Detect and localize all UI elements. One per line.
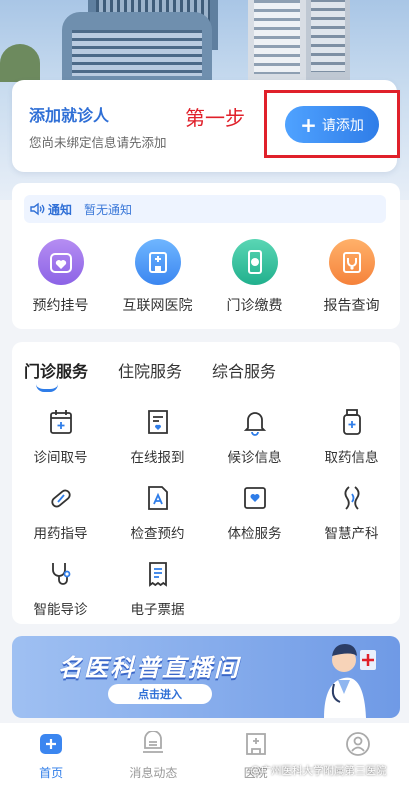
banner-title: 名医科普直播间 (58, 654, 240, 682)
tabbar-label: 消息动态 (129, 766, 178, 780)
service-item-label: 候诊信息 (227, 450, 282, 466)
receipt-icon (148, 562, 167, 587)
service-item[interactable]: 检查预约 (109, 484, 206, 542)
home-icon (40, 734, 63, 754)
service-item[interactable]: 候诊信息 (206, 408, 303, 466)
tab-inpatient[interactable]: 住院服务 (118, 358, 182, 382)
speaker-icon (30, 202, 45, 216)
service-item[interactable]: 智慧产科 (303, 484, 400, 542)
service-item[interactable]: 智能导诊 (12, 560, 109, 618)
quick-item-label: 门诊缴费 (226, 298, 283, 314)
doctor-illustration (324, 644, 376, 718)
payment-phone-icon (231, 239, 278, 285)
calendar-plus-icon (49, 410, 72, 434)
service-item[interactable]: 电子票据 (109, 560, 206, 618)
quick-items: 预约挂号 互联网医院 门诊缴费 报告查询 (12, 239, 400, 315)
medicine-bottle-icon (342, 409, 361, 435)
service-item[interactable]: 诊间取号 (12, 408, 109, 466)
quick-item-label: 互联网医院 (122, 298, 193, 314)
exam-document-icon (147, 486, 168, 510)
tabbar-label: 首页 (39, 766, 64, 780)
service-item-label: 智能导诊 (33, 602, 88, 618)
quick-item-report[interactable]: 报告查询 (307, 239, 397, 315)
plus-icon: + (300, 112, 317, 137)
services-card: 门诊服务 住院服务 综合服务 诊间取号 在线报到 候诊信息 取药信息 用药指导 … (12, 342, 400, 624)
notice-text: 暂无通知 (84, 202, 133, 217)
service-tabs: 门诊服务 住院服务 综合服务 (24, 358, 276, 382)
service-item[interactable]: 在线报到 (109, 408, 206, 466)
check-in-document-icon (147, 410, 168, 434)
quick-item-label: 预约挂号 (32, 298, 89, 314)
tab-outpatient[interactable]: 门诊服务 (24, 358, 88, 382)
quick-access-card: 通知 暂无通知 预约挂号 互联网医院 门诊缴费 报告查询 (12, 183, 400, 329)
service-item-label: 在线报到 (130, 450, 185, 466)
add-patient-button[interactable]: + 请添加 (285, 106, 379, 143)
active-tab-indicator (36, 384, 58, 392)
watermark: @广州医科大学附属第三医院 (250, 765, 387, 777)
service-item-label: 智慧产科 (324, 526, 379, 542)
notice-tag: 通知 (30, 201, 72, 218)
step-annotation: 第一步 (185, 106, 245, 130)
patient-card: 添加就诊人 您尚未绑定信息请先添加 第一步 + 请添加 (12, 80, 400, 172)
quick-item-appointment[interactable]: 预约挂号 (16, 239, 106, 315)
add-patient-label: 请添加 (321, 117, 364, 134)
service-item-label: 检查预约 (130, 526, 185, 542)
patient-card-title: 添加就诊人 (29, 106, 110, 125)
quick-item-label: 报告查询 (323, 298, 380, 314)
notice-tag-label: 通知 (48, 202, 73, 217)
heart-calendar-icon (37, 239, 84, 285)
tab-general[interactable]: 综合服务 (212, 358, 276, 382)
building-image (248, 0, 306, 80)
pill-icon (50, 489, 71, 508)
banner-enter-button[interactable]: 点击进入 (108, 684, 212, 704)
bell-icon (243, 412, 266, 436)
building-image (62, 12, 212, 82)
hospital-icon (245, 733, 266, 755)
patient-card-subtitle: 您尚未绑定信息请先添加 (29, 135, 167, 150)
service-item[interactable]: 用药指导 (12, 484, 109, 542)
heart-frame-icon (243, 487, 266, 509)
hospital-building-icon (134, 239, 181, 285)
tree-image (0, 44, 40, 82)
quick-item-payment[interactable]: 门诊缴费 (210, 239, 300, 315)
service-item-label: 体检服务 (227, 526, 282, 542)
service-grid: 诊间取号 在线报到 候诊信息 取药信息 用药指导 检查预约 体检服务 智慧产科 (12, 408, 400, 618)
service-item[interactable]: 取药信息 (303, 408, 400, 466)
service-item-label: 诊间取号 (33, 450, 88, 466)
notice-bar[interactable]: 通知 暂无通知 (24, 195, 386, 223)
service-item-label: 电子票据 (130, 602, 185, 618)
message-icon (143, 730, 164, 753)
livestream-banner[interactable]: 名医科普直播间 点击进入 (12, 636, 400, 718)
user-icon (345, 732, 370, 756)
stethoscope-icon (51, 563, 70, 585)
service-item-label: 取药信息 (324, 450, 379, 466)
building-image (306, 0, 350, 80)
pregnancy-icon (344, 486, 359, 510)
service-item[interactable]: 体检服务 (206, 484, 303, 542)
tabbar-item-home[interactable]: 首页 (0, 723, 102, 785)
stethoscope-clipboard-icon (328, 239, 375, 285)
quick-item-internet-hospital[interactable]: 互联网医院 (113, 239, 203, 315)
service-item-label: 用药指导 (33, 526, 88, 542)
tabbar-item-messages[interactable]: 消息动态 (102, 723, 204, 785)
